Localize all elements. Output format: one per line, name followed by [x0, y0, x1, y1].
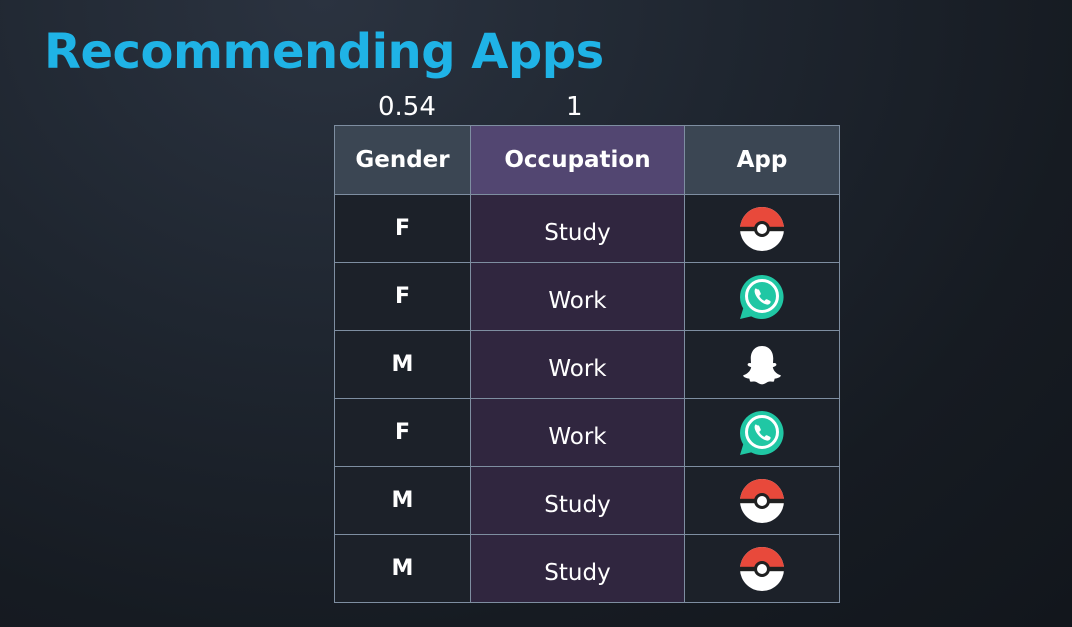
gender-score: 0.54	[378, 92, 436, 122]
table-row: F Study	[334, 194, 840, 263]
header-occupation: Occupation	[470, 125, 685, 195]
app-cell	[684, 466, 840, 535]
app-recommendation-table: Gender Occupation App F Study F Work M Work F W…	[334, 125, 840, 603]
occupation-cell: Study	[470, 534, 685, 603]
gender-cell: M	[334, 330, 471, 399]
occupation-cell: Work	[470, 330, 685, 399]
occupation-cell: Work	[470, 398, 685, 467]
whatsapp-icon	[738, 409, 786, 457]
table-row: M Work	[334, 330, 840, 399]
table-header-row: Gender Occupation App	[334, 125, 840, 195]
occupation-text: Work	[548, 355, 607, 382]
pokeball-icon	[738, 545, 786, 593]
table-row: F Work	[334, 262, 840, 331]
pokeball-icon	[738, 205, 786, 253]
table-row: F Work	[334, 398, 840, 467]
slide: Recommending Apps 0.54 1 Gender Occupati…	[0, 0, 1072, 627]
occupation-score: 1	[566, 92, 583, 122]
app-cell	[684, 262, 840, 331]
occupation-text: Work	[548, 287, 607, 314]
app-cell	[684, 330, 840, 399]
occupation-text: Study	[544, 219, 611, 246]
occupation-text: Work	[548, 423, 607, 450]
occupation-cell: Study	[470, 194, 685, 263]
app-cell	[684, 194, 840, 263]
header-gender: Gender	[334, 125, 471, 195]
table-header: Gender Occupation App	[334, 125, 840, 195]
table-row: M Study	[334, 534, 840, 603]
occupation-cell: Study	[470, 466, 685, 535]
gender-cell: M	[334, 534, 471, 603]
pokeball-icon	[738, 477, 786, 525]
gender-cell: F	[334, 262, 471, 331]
occupation-cell: Work	[470, 262, 685, 331]
gender-cell: F	[334, 398, 471, 467]
slide-title: Recommending Apps	[44, 24, 604, 80]
app-cell	[684, 398, 840, 467]
occupation-text: Study	[544, 491, 611, 518]
app-cell	[684, 534, 840, 603]
whatsapp-icon	[738, 273, 786, 321]
occupation-text: Study	[544, 559, 611, 586]
gender-cell: F	[334, 194, 471, 263]
table-row: M Study	[334, 466, 840, 535]
gender-cell: M	[334, 466, 471, 535]
table-body: F Study F Work M Work F Work M Study M Study	[334, 194, 840, 603]
snapchat-icon	[738, 341, 786, 389]
header-app: App	[684, 125, 840, 195]
